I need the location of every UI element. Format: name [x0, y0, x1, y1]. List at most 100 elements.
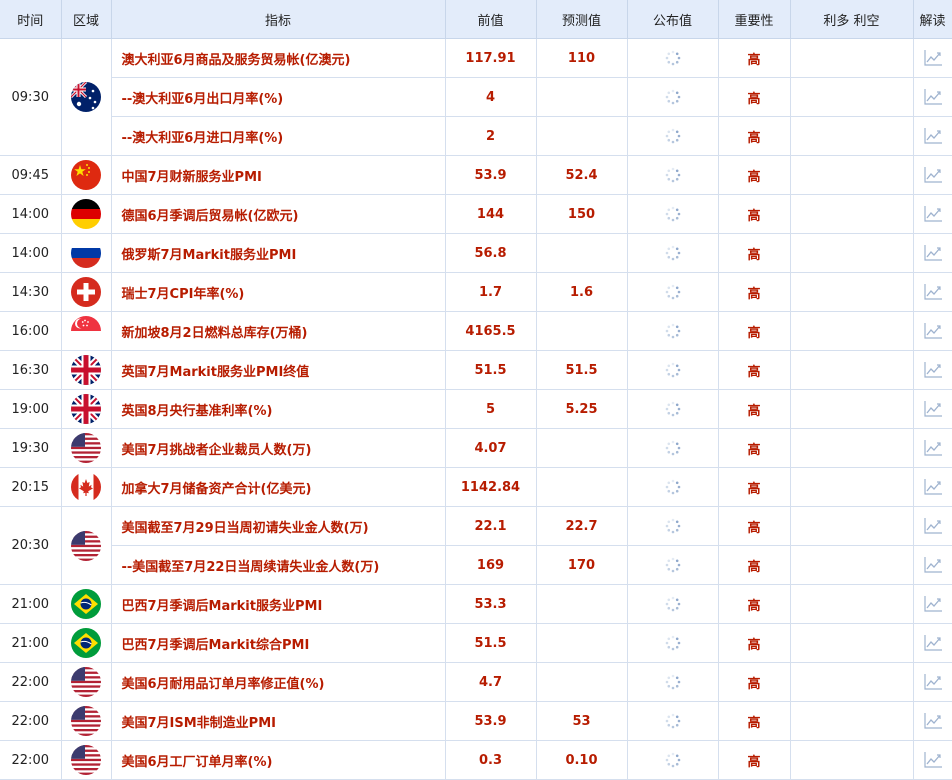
line-chart-icon[interactable] — [923, 440, 943, 456]
region-cell — [61, 701, 112, 741]
indicator-cell[interactable]: 美国7月挑战者企业裁员人数(万) — [111, 428, 446, 468]
indicator-cell[interactable]: 英国7月Markit服务业PMI终值 — [111, 350, 446, 390]
analysis-cell — [913, 116, 952, 156]
importance-cell: 高 — [718, 77, 791, 117]
importance-cell: 高 — [718, 272, 791, 312]
impact-cell — [790, 623, 914, 663]
forecast-cell: 53 — [536, 701, 628, 741]
loading-spinner-icon — [665, 284, 681, 300]
time-cell: 16:00 — [0, 311, 62, 351]
line-chart-icon[interactable] — [923, 557, 943, 573]
time-cell: 21:00 — [0, 623, 62, 663]
header-time: 时间 — [0, 0, 62, 39]
header-actual: 公布值 — [627, 0, 719, 39]
importance-cell: 高 — [718, 116, 791, 156]
indicator-cell[interactable]: 巴西7月季调后Markit服务业PMI — [111, 584, 446, 624]
previous-cell: 144 — [445, 194, 537, 234]
forecast-cell: 5.25 — [536, 389, 628, 429]
analysis-cell — [913, 662, 952, 702]
previous-cell: 4.07 — [445, 428, 537, 468]
line-chart-icon[interactable] — [923, 596, 943, 612]
indicator-cell[interactable]: 英国8月央行基准利率(%) — [111, 389, 446, 429]
actual-cell — [627, 584, 719, 624]
forecast-cell: 170 — [536, 545, 628, 585]
indicator-cell[interactable]: 美国6月工厂订单月率(%) — [111, 740, 446, 780]
analysis-cell — [913, 38, 952, 78]
forecast-cell — [536, 623, 628, 663]
line-chart-icon[interactable] — [923, 401, 943, 417]
importance-cell: 高 — [718, 545, 791, 585]
line-chart-icon[interactable] — [923, 362, 943, 378]
previous-cell: 56.8 — [445, 233, 537, 273]
indicator-cell[interactable]: --澳大利亚6月出口月率(%) — [111, 77, 446, 117]
analysis-cell — [913, 389, 952, 429]
economic-calendar-table: 时间 区域 指标 前值 预测值 公布值 重要性 利多 利空 解读 09:30 澳大… — [0, 0, 952, 780]
importance-cell: 高 — [718, 155, 791, 195]
analysis-cell — [913, 506, 952, 546]
line-chart-icon[interactable] — [923, 128, 943, 144]
analysis-cell — [913, 623, 952, 663]
loading-spinner-icon — [665, 50, 681, 66]
previous-cell: 51.5 — [445, 350, 537, 390]
previous-cell: 4.7 — [445, 662, 537, 702]
region-cell — [61, 584, 112, 624]
line-chart-icon[interactable] — [923, 752, 943, 768]
actual-cell — [627, 155, 719, 195]
previous-cell: 117.91 — [445, 38, 537, 78]
loading-spinner-icon — [665, 440, 681, 456]
indicator-cell[interactable]: 瑞士7月CPI年率(%) — [111, 272, 446, 312]
indicator-cell[interactable]: 中国7月财新服务业PMI — [111, 155, 446, 195]
line-chart-icon[interactable] — [923, 167, 943, 183]
indicator-cell[interactable]: 巴西7月季调后Markit综合PMI — [111, 623, 446, 663]
actual-cell — [627, 701, 719, 741]
region-cell — [61, 428, 112, 468]
actual-cell — [627, 233, 719, 273]
previous-cell: 1.7 — [445, 272, 537, 312]
line-chart-icon[interactable] — [923, 245, 943, 261]
region-cell — [61, 740, 112, 780]
analysis-cell — [913, 194, 952, 234]
actual-cell — [627, 311, 719, 351]
table-row: 20:30 美国截至7月29日当周初请失业金人数(万) 22.1 22.7 高 — [0, 506, 952, 585]
importance-cell: 高 — [718, 506, 791, 546]
indicator-cell[interactable]: --澳大利亚6月进口月率(%) — [111, 116, 446, 156]
line-chart-icon[interactable] — [923, 89, 943, 105]
loading-spinner-icon — [665, 635, 681, 651]
line-chart-icon[interactable] — [923, 674, 943, 690]
indicator-cell[interactable]: 俄罗斯7月Markit服务业PMI — [111, 233, 446, 273]
indicator-cell[interactable]: 澳大利亚6月商品及服务贸易帐(亿澳元) — [111, 38, 446, 78]
indicator-cell[interactable]: 德国6月季调后贸易帐(亿欧元) — [111, 194, 446, 234]
line-chart-icon[interactable] — [923, 518, 943, 534]
line-chart-icon[interactable] — [923, 206, 943, 222]
indicator-cell[interactable]: --美国截至7月22日当周续请失业金人数(万) — [111, 545, 446, 585]
region-cell — [61, 506, 112, 585]
forecast-cell: 1.6 — [536, 272, 628, 312]
time-cell: 14:00 — [0, 233, 62, 273]
loading-spinner-icon — [665, 752, 681, 768]
line-chart-icon[interactable] — [923, 479, 943, 495]
previous-cell: 4 — [445, 77, 537, 117]
forecast-cell — [536, 662, 628, 702]
indicator-cell[interactable]: 加拿大7月储备资产合计(亿美元) — [111, 467, 446, 507]
line-chart-icon[interactable] — [923, 50, 943, 66]
forecast-cell: 22.7 — [536, 506, 628, 546]
indicator-cell[interactable]: 美国7月ISM非制造业PMI — [111, 701, 446, 741]
line-chart-icon[interactable] — [923, 713, 943, 729]
previous-cell: 1142.84 — [445, 467, 537, 507]
indicator-cell[interactable]: 新加坡8月2日燃料总库存(万桶) — [111, 311, 446, 351]
line-chart-icon[interactable] — [923, 635, 943, 651]
previous-cell: 53.9 — [445, 155, 537, 195]
previous-cell: 0.3 — [445, 740, 537, 780]
time-cell: 14:30 — [0, 272, 62, 312]
time-cell: 19:00 — [0, 389, 62, 429]
impact-cell — [790, 662, 914, 702]
indicator-cell[interactable]: 美国6月耐用品订单月率修正值(%) — [111, 662, 446, 702]
line-chart-icon[interactable] — [923, 323, 943, 339]
indicator-cell[interactable]: 美国截至7月29日当周初请失业金人数(万) — [111, 506, 446, 546]
loading-spinner-icon — [665, 89, 681, 105]
region-cell — [61, 623, 112, 663]
region-cell — [61, 272, 112, 312]
forecast-cell — [536, 116, 628, 156]
line-chart-icon[interactable] — [923, 284, 943, 300]
forecast-cell — [536, 584, 628, 624]
